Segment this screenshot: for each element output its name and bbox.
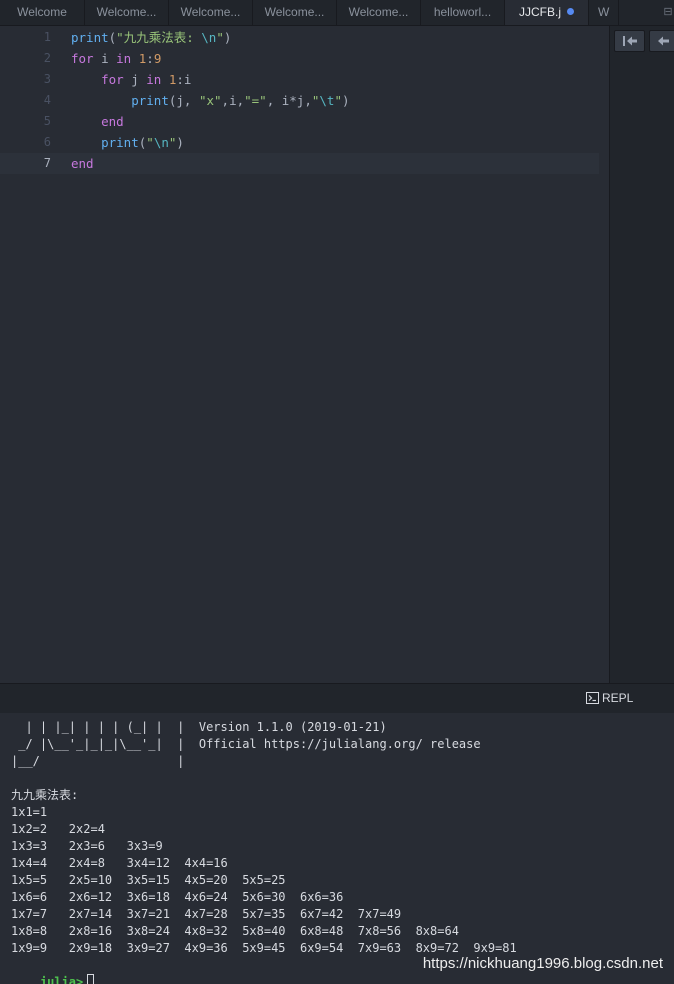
line-number: 1: [43, 30, 51, 44]
line-number: 5: [43, 114, 51, 128]
tab-jjcfb[interactable]: JJCFB.j: [505, 0, 589, 25]
tab-label: JJCFB.j: [519, 5, 561, 19]
tab-label: Welcome...: [96, 5, 157, 19]
repl-output-line: 1x5=5 2x5=10 3x5=15 4x5=20 5x5=25: [11, 873, 286, 887]
repl-output-line: 1x3=3 2x3=6 3x3=9: [11, 839, 163, 853]
tab-welcome-5[interactable]: Welcome...: [337, 0, 421, 25]
repl-banner-line: | | |_| | | | (_| | | Version 1.1.0 (201…: [11, 720, 387, 734]
repl-output-line: 九九乘法表:: [11, 788, 79, 802]
text-cursor: [87, 974, 95, 984]
jump-to-start-button[interactable]: [614, 30, 645, 52]
code-line: 4 print(j, "x",i,"=", i*j,"\t"): [0, 90, 609, 111]
repl-output-line: 1x2=2 2x2=4: [11, 822, 105, 836]
repl-banner-line: _/ |\__'_|_|_|\__'_| | Official https://…: [11, 737, 481, 751]
line-number: 2: [43, 51, 51, 65]
tab-label: Welcome...: [180, 5, 241, 19]
repl-output-line: 1x7=7 2x7=14 3x7=21 4x7=28 5x7=35 6x7=42…: [11, 907, 402, 921]
code-line: 1 print("九九乘法表: \n"): [0, 27, 609, 48]
tab-label: W: [598, 5, 610, 19]
tab-welcome-overflow[interactable]: W: [589, 0, 619, 25]
code-text: print(j, "x",i,"=", i*j,"\t"): [131, 93, 350, 108]
code-text: for j in 1:i: [101, 72, 192, 87]
code-text: print("\n"): [101, 135, 184, 150]
tab-welcome-4[interactable]: Welcome...: [253, 0, 337, 25]
line-number: 4: [43, 93, 51, 107]
repl-prompt: julia>: [39, 975, 84, 984]
modified-dot-icon: [567, 8, 574, 15]
repl-tab-label: REPL: [602, 691, 634, 705]
right-dock: [609, 26, 674, 683]
line-number: 6: [43, 135, 51, 149]
tab-label: Welcome: [17, 5, 67, 19]
code-line: 6 print("\n"): [0, 132, 609, 153]
line-number: 3: [43, 72, 51, 86]
watermark-text: https://nickhuang1996.blog.csdn.net: [422, 955, 663, 972]
code-text: end: [101, 114, 124, 129]
jump-to-start-icon: [622, 36, 637, 46]
code-editor[interactable]: 1 print("九九乘法表: \n") 2 for i in 1:9 3 fo…: [0, 26, 609, 683]
code-line: 5 end: [0, 111, 609, 132]
repl-output-line: 1x4=4 2x4=8 3x4=12 4x4=16: [11, 856, 228, 870]
tab-bar: Welcome Welcome... Welcome... Welcome...…: [0, 0, 674, 26]
repl-tab[interactable]: REPL: [586, 684, 633, 714]
code-line: 3 for j in 1:i: [0, 69, 609, 90]
tab-label: helloworl...: [433, 5, 492, 19]
terminal-icon: [586, 692, 599, 704]
tab-welcome-2[interactable]: Welcome...: [85, 0, 169, 25]
repl-output-line: 1x6=6 2x6=12 3x6=18 4x6=24 5x6=30 6x6=36: [11, 890, 344, 904]
repl-banner-line: |__/ |: [11, 754, 185, 768]
code-line: 2 for i in 1:9: [0, 48, 609, 69]
tab-helloworld[interactable]: helloworl...: [421, 0, 505, 25]
code-line-current: 7 end: [0, 153, 599, 174]
repl-output-line: 1x1=1: [11, 805, 48, 819]
tab-welcome-3[interactable]: Welcome...: [169, 0, 253, 25]
code-text: end: [71, 156, 94, 171]
code-text: print("九九乘法表: \n"): [71, 30, 232, 45]
repl-output-line: 1x8=8 2x8=16 3x8=24 4x8=32 5x8=40 6x8=48…: [11, 924, 459, 938]
back-button[interactable]: [649, 30, 674, 52]
tab-overflow-icon[interactable]: ⊟: [662, 0, 674, 25]
tab-label: Welcome...: [348, 5, 409, 19]
code-text: for i in 1:9: [71, 51, 162, 66]
repl-prompt-line[interactable]: julia>: [11, 957, 95, 984]
back-arrow-icon: [658, 36, 669, 46]
tab-label: Welcome...: [264, 5, 325, 19]
repl-console[interactable]: | | |_| | | | (_| | | Version 1.1.0 (201…: [0, 713, 674, 984]
line-number: 7: [43, 156, 51, 170]
repl-panel-header: REPL: [0, 683, 674, 713]
tab-welcome-1[interactable]: Welcome: [0, 0, 85, 25]
